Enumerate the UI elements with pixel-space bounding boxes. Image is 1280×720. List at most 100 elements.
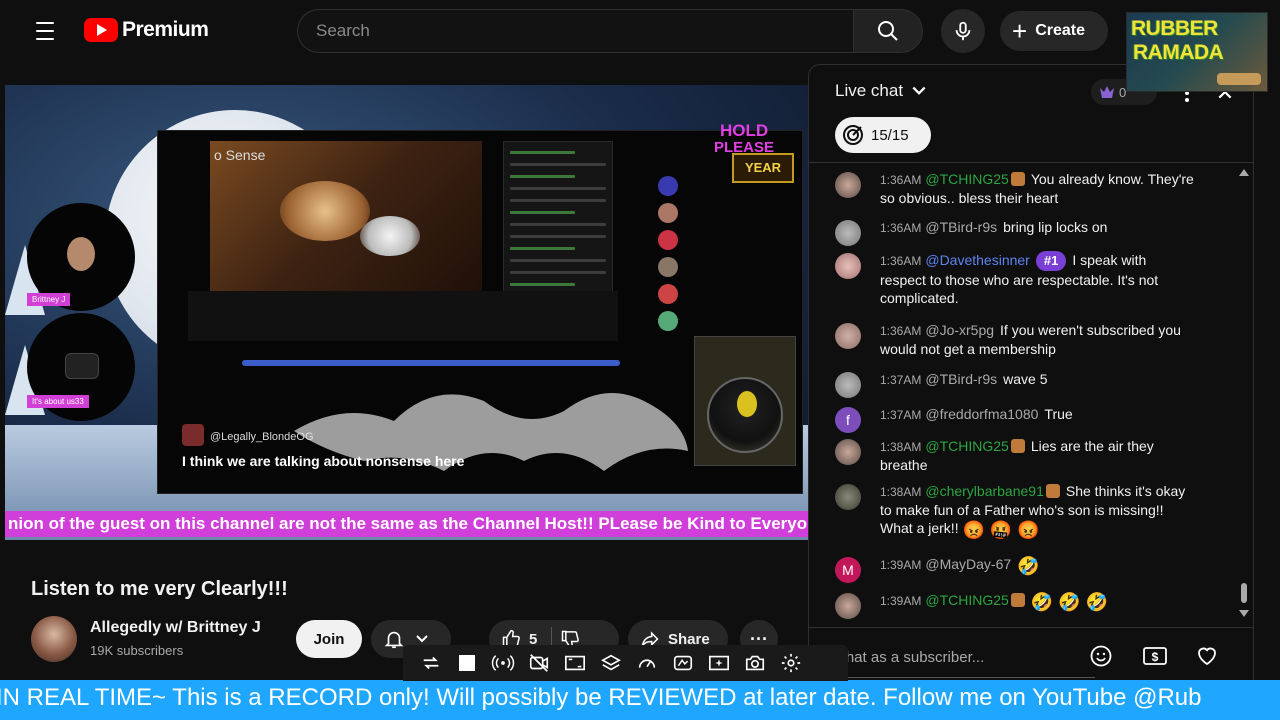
shared-video-smoke — [360, 216, 420, 256]
search-button[interactable] — [853, 9, 923, 53]
member-badge-icon — [1010, 593, 1025, 607]
host-camera-label: Brittney J — [27, 293, 71, 306]
layers-icon[interactable] — [597, 649, 625, 677]
featured-comment-text: I think we are talking about nonsense he… — [182, 453, 465, 469]
video-player[interactable]: Brittney J It's about us33 o Sense HOLD … — [5, 85, 809, 540]
chat-message: 1:36AM @TBird-r9s bring lip locks on — [835, 218, 1195, 246]
voice-search-button[interactable] — [941, 9, 985, 53]
shared-video: o Sense — [210, 141, 482, 291]
super-chat-button[interactable]: $ — [1139, 640, 1171, 672]
chat-avatar[interactable]: f — [835, 407, 861, 433]
live-chat-title-dropdown[interactable]: Live chat — [835, 81, 927, 101]
join-button[interactable]: Join — [296, 620, 362, 658]
search-input[interactable] — [316, 21, 835, 41]
stream-toolbar — [403, 645, 848, 681]
crown-icon — [1100, 86, 1114, 98]
youtube-logo[interactable]: Premium — [84, 18, 209, 42]
chat-message: 1:38AM @cherylbarbane91 She thinks it's ok… — [835, 482, 1195, 539]
guest-camera-icon — [65, 353, 99, 379]
chat-input-row: $ — [809, 627, 1253, 683]
live-chat-panel: Live chat 0 ✕ 15/15 1:36AM @TCHING25 You a… — [808, 64, 1254, 684]
chat-avatar[interactable] — [835, 439, 861, 465]
chat-author[interactable]: @TCHING25 — [925, 592, 1008, 608]
live-chat-title: Live chat — [835, 81, 904, 100]
masthead: Premium + Create — [0, 0, 1280, 62]
guest-avatar — [707, 377, 783, 453]
chat-author[interactable]: @Jo-xr5pg — [925, 322, 994, 338]
svg-text:$: $ — [1152, 650, 1159, 664]
chat-author[interactable]: @Davethesinner — [925, 252, 1030, 268]
commenter-avatar — [182, 424, 204, 446]
chat-author[interactable]: @MayDay-67 — [925, 556, 1011, 572]
chat-author[interactable]: @freddorfma1080 — [925, 406, 1038, 422]
sparkle-icon[interactable] — [705, 649, 733, 677]
menu-icon[interactable] — [30, 18, 60, 44]
channel-avatar[interactable] — [31, 616, 77, 662]
chat-input[interactable] — [835, 638, 1095, 678]
chat-avatar[interactable]: M — [835, 557, 861, 583]
featured-comment-author: @Legally_BlondeOG — [210, 431, 314, 443]
shared-screen: o Sense HOLD PLEASE YEAR @Legally_Blonde… — [157, 121, 803, 494]
create-label: Create — [1035, 22, 1085, 39]
search-field[interactable] — [297, 9, 853, 53]
speed-icon[interactable] — [633, 649, 661, 677]
bottom-ticker-text: IN REAL TIME~ This is a RECORD only! Wil… — [0, 684, 1202, 711]
chat-message: 1:39AM @TCHING25 🤣 🤣 🤣 — [835, 591, 1195, 619]
create-button[interactable]: + Create — [1000, 11, 1108, 51]
chat-avatar[interactable] — [835, 172, 861, 198]
camera-off-icon[interactable] — [525, 649, 553, 677]
scroll-up-arrow[interactable] — [1239, 169, 1249, 176]
microphone-icon — [955, 21, 971, 41]
member-badge-icon — [1010, 172, 1025, 186]
emoji-group: 😡 🤬 😡 — [962, 520, 1040, 540]
chat-avatar[interactable] — [835, 323, 861, 349]
heart-button[interactable] — [1191, 640, 1223, 672]
chat-avatar[interactable] — [835, 484, 861, 510]
overlay-figure — [1217, 73, 1261, 85]
chat-text: wave 5 — [1003, 371, 1048, 387]
hold-badge: YEAR — [732, 153, 794, 183]
pink-ticker-text: nion of the guest on this channel are no… — [8, 514, 808, 533]
repeat-icon[interactable] — [417, 649, 445, 677]
scroll-down-arrow[interactable] — [1239, 610, 1249, 617]
chat-avatar[interactable] — [835, 593, 861, 619]
bell-icon — [384, 631, 404, 649]
chat-avatar[interactable] — [835, 220, 861, 246]
chat-avatar[interactable] — [835, 253, 861, 279]
color-icon[interactable] — [669, 649, 697, 677]
chat-message: 1:37AM @TBird-r9s wave 5 — [835, 370, 1195, 398]
channel-name[interactable]: Allegedly w/ Brittney J — [90, 619, 261, 637]
chat-message: 1:36AM @TCHING25 You already know. They're… — [835, 170, 1195, 207]
app-root: Premium + Create RUBBER RAMADA Brittney … — [0, 0, 1280, 720]
target-icon — [843, 125, 863, 145]
hold-line1: HOLD — [720, 121, 769, 140]
chevron-down-icon — [416, 635, 428, 643]
chat-author[interactable]: @TBird-r9s — [925, 219, 997, 235]
chat-message: 1:38AM @TCHING25 Lies are the air they bre… — [835, 437, 1195, 474]
broadcast-icon[interactable] — [489, 649, 517, 677]
chat-avatar[interactable] — [835, 372, 861, 398]
chat-author[interactable]: @TBird-r9s — [925, 371, 997, 387]
screen-icon[interactable] — [561, 649, 589, 677]
poll-count: 15/15 — [871, 126, 909, 144]
poll-pill[interactable]: 15/15 — [835, 117, 931, 153]
search-icon — [878, 21, 898, 41]
settings-icon[interactable] — [777, 649, 805, 677]
chat-author[interactable]: @cherylbarbane91 — [925, 483, 1044, 499]
snapshot-icon[interactable] — [741, 649, 769, 677]
dollar-icon: $ — [1143, 647, 1167, 665]
chat-message: M 1:39AM @MayDay-67 🤣 — [835, 555, 1195, 583]
chat-author[interactable]: @TCHING25 — [925, 438, 1008, 454]
scrollbar-thumb[interactable] — [1241, 583, 1247, 603]
member-badge-icon — [1010, 439, 1025, 453]
chevron-down-icon — [912, 86, 926, 95]
overlay-logo-line2: RAMADA — [1133, 41, 1224, 64]
host-face — [67, 237, 95, 271]
pink-ticker: nion of the guest on this channel are no… — [5, 511, 809, 537]
emoji-button[interactable] — [1085, 640, 1117, 672]
stop-icon[interactable] — [453, 649, 481, 677]
chat-author[interactable]: @TCHING25 — [925, 171, 1008, 187]
shared-controls — [188, 291, 618, 341]
rank-badge: #1 — [1035, 251, 1067, 271]
guest-camera-label: It's about us33 — [27, 395, 89, 408]
